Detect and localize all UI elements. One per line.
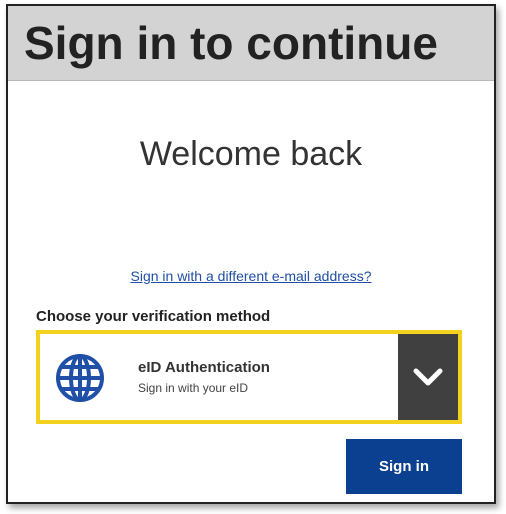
page-title: Sign in to continue [24,17,438,69]
sign-in-dialog: Sign in to continue Welcome back Sign in… [6,4,496,504]
method-title: eID Authentication [138,359,270,376]
chevron-down-icon [413,368,443,386]
globe-icon [56,354,104,402]
verification-method-label: Choose your verification method [36,308,271,325]
method-subtitle: Sign in with your eID [138,381,249,395]
method-dropdown-button[interactable] [398,334,458,420]
dialog-header: Sign in to continue [8,6,494,81]
sign-in-button[interactable]: Sign in [346,439,462,494]
welcome-heading: Welcome back [139,135,363,173]
verification-method-select[interactable]: eID Authentication Sign in with your eID [36,330,462,424]
different-email-link[interactable]: Sign in with a different e-mail address? [8,268,494,284]
